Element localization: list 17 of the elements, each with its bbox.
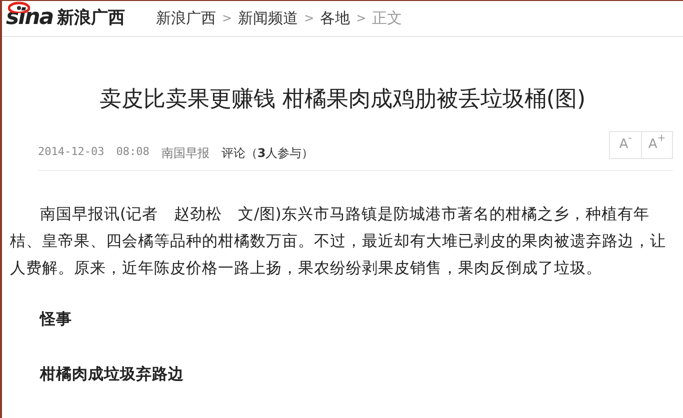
breadcrumb-separator: > bbox=[356, 10, 366, 28]
publish-date: 2014-12-03 bbox=[38, 144, 104, 160]
breadcrumb-link[interactable]: 各地 bbox=[320, 7, 350, 30]
article-title: 卖皮比卖果更赚钱 柑橘果肉成鸡肋被丢垃圾桶(图) bbox=[98, 86, 587, 114]
section-heading: 柑橘肉成垃圾弃路边 bbox=[40, 364, 185, 385]
publish-time: 08:08 bbox=[116, 144, 150, 160]
site-name: 新浪广西 bbox=[57, 6, 126, 30]
breadcrumb-link[interactable]: 新闻频道 bbox=[238, 7, 298, 30]
breadcrumb-current: 正文 bbox=[372, 8, 402, 29]
comments-link[interactable]: 评论（3人参与） bbox=[221, 144, 314, 162]
news-source[interactable]: 南国早报 bbox=[161, 144, 210, 162]
section-heading: 怪事 bbox=[40, 308, 73, 330]
breadcrumb-link[interactable]: 新浪广西 bbox=[156, 7, 216, 30]
breadcrumb-separator: > bbox=[222, 10, 232, 28]
article-paragraph: 南国早报讯(记者 赵劲松 文/图)东兴市马路镇是防城港市著名的柑橘之乡，种植有年桔、皇帝果、四会橘等品种的柑橘数万亩。不过，最近却有大堆已剥皮的果肉被遗弃路边，让人费解。原来，近年陈皮价格一路上扬，果农纷纷剥果皮销售，果肉反倒成了垃圾。 bbox=[10, 204, 666, 278]
logo[interactable]: sina bbox=[6, 7, 54, 30]
breadcrumb-separator: > bbox=[304, 10, 314, 28]
